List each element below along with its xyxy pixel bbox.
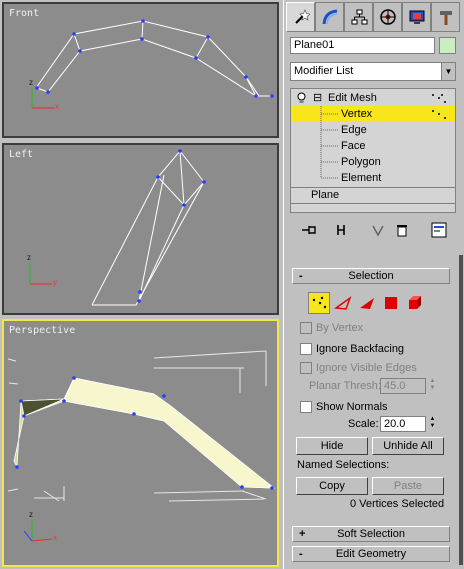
ignore-backfacing-checkbox[interactable] xyxy=(300,343,312,355)
object-name-input[interactable]: Plane01 xyxy=(290,37,435,54)
command-tabs xyxy=(286,2,462,32)
planar-thresh-label: Planar Thresh: xyxy=(309,380,381,392)
element-mode-button[interactable] xyxy=(404,292,426,314)
display-monitor-icon xyxy=(409,10,424,24)
planar-thresh-spinner[interactable]: 45.0 xyxy=(380,378,426,394)
by-vertex-label: By Vertex xyxy=(316,322,364,334)
modifier-stack[interactable]: ⊟ Edit Mesh Vertex Edge Face Polygon Ele… xyxy=(290,88,456,213)
front-axis-tripod xyxy=(31,88,54,109)
copy-button[interactable]: Copy xyxy=(296,477,368,495)
stack-divider-bottom xyxy=(291,203,455,204)
subobject-face-label: Face xyxy=(341,140,366,152)
wand-star-icon xyxy=(294,9,310,24)
modify-tab[interactable] xyxy=(315,2,344,32)
selection-rollout-title: Selection xyxy=(348,270,394,282)
by-vertex-checkbox[interactable] xyxy=(300,322,312,334)
axis-y-label: y xyxy=(53,278,57,287)
grid-lines xyxy=(7,350,267,502)
utilities-tab[interactable] xyxy=(431,2,460,32)
hammer-icon xyxy=(439,11,452,25)
left-axis-tripod xyxy=(29,263,52,285)
stack-subobject-face[interactable]: Face xyxy=(291,138,455,154)
soft-selection-rollout-header[interactable]: + Soft Selection xyxy=(292,526,450,542)
subobject-element-label: Element xyxy=(341,172,382,184)
ignore-backfacing-label: Ignore Backfacing xyxy=(316,343,405,355)
perspective-viewport[interactable]: Perspective x z xyxy=(2,319,279,567)
vertex-mode-button[interactable] xyxy=(308,292,330,314)
chevron-down-icon[interactable]: ▼ xyxy=(441,63,455,80)
expand-plus-icon: + xyxy=(299,528,306,540)
named-selections-label: Named Selections: xyxy=(297,459,390,471)
vertex-dots-icon xyxy=(312,296,327,309)
soft-selection-title: Soft Selection xyxy=(337,528,405,540)
make-unique-icon[interactable] xyxy=(369,221,387,239)
command-panel: Plane01 Modifier List ▼ ⊟ Edit Mesh Vert… xyxy=(283,0,464,569)
show-normals-checkbox[interactable] xyxy=(300,401,312,413)
polygon-square-icon xyxy=(385,297,397,309)
face-triangle-icon xyxy=(360,298,374,309)
display-tab[interactable] xyxy=(402,2,431,32)
perspective-mesh xyxy=(7,350,276,542)
axis-z-label-left: z xyxy=(27,253,31,262)
planar-thresh-arrows-icon[interactable]: ▲ ▼ xyxy=(428,378,437,394)
collapse-minus-icon: - xyxy=(299,270,303,282)
collapse-minus-icon-2: - xyxy=(299,548,303,560)
stack-toolbar xyxy=(290,219,456,241)
modifier-list-label: Modifier List xyxy=(294,65,354,77)
hide-button[interactable]: Hide xyxy=(296,437,368,455)
modifier-list-dropdown[interactable]: Modifier List ▼ xyxy=(290,62,456,81)
scale-arrows-icon[interactable]: ▲ ▼ xyxy=(428,416,437,432)
subobject-edge-label: Edge xyxy=(341,124,367,136)
viewport-label-left: Left xyxy=(9,149,34,160)
axis-z-label-persp: z xyxy=(29,510,33,519)
edge-mode-button[interactable] xyxy=(332,292,354,314)
panel-scrollbar[interactable] xyxy=(459,255,463,565)
configure-sets-icon[interactable] xyxy=(430,221,448,239)
left-viewport[interactable]: Left y z xyxy=(2,143,279,315)
axis-x-label-persp: x xyxy=(53,533,57,542)
hierarchy-tab[interactable] xyxy=(344,2,373,32)
pin-stack-icon[interactable] xyxy=(300,221,318,239)
face-mode-button[interactable] xyxy=(356,292,378,314)
show-normals-label: Show Normals xyxy=(316,401,388,413)
left-mesh xyxy=(29,149,206,306)
motion-tab[interactable] xyxy=(373,2,402,32)
stack-subobject-polygon[interactable]: Polygon xyxy=(291,154,455,170)
selection-rollout-header[interactable]: - Selection xyxy=(292,268,450,284)
viewport-label-front: Front xyxy=(9,8,40,19)
stack-subobject-element[interactable]: Element xyxy=(291,170,455,186)
show-end-result-icon[interactable] xyxy=(332,221,350,239)
polygon-mode-button[interactable] xyxy=(380,292,402,314)
modify-arc-icon xyxy=(322,9,337,25)
stack-base-object[interactable]: Plane xyxy=(291,187,455,203)
scale-label: Scale: xyxy=(348,418,379,430)
axis-z-label: z xyxy=(29,78,33,87)
axis-x-label: x xyxy=(55,102,59,111)
hierarchy-icon xyxy=(351,9,367,25)
scale-spinner[interactable]: 20.0 xyxy=(380,416,426,432)
ignore-visible-edges-label: Ignore Visible Edges xyxy=(316,362,417,374)
object-color-swatch[interactable] xyxy=(439,37,456,54)
front-viewport[interactable]: Front x z xyxy=(2,2,279,138)
create-tab[interactable] xyxy=(286,2,315,32)
edge-triangle-icon xyxy=(334,296,352,310)
front-mesh xyxy=(31,19,274,109)
edit-geometry-rollout-header[interactable]: - Edit Geometry xyxy=(292,546,450,562)
perspective-axis-tripod xyxy=(23,520,53,542)
paste-button[interactable]: Paste xyxy=(372,477,444,495)
remove-modifier-icon[interactable] xyxy=(393,221,411,239)
unhide-all-button[interactable]: Unhide All xyxy=(372,437,444,455)
element-cube-icon xyxy=(409,296,421,309)
subobject-polygon-label: Polygon xyxy=(341,156,381,168)
base-object-label: Plane xyxy=(311,189,340,201)
stack-subobject-edge[interactable]: Edge xyxy=(291,122,455,138)
selection-status: 0 Vertices Selected xyxy=(350,498,445,510)
viewport-label-perspective: Perspective xyxy=(9,325,76,336)
ignore-visible-edges-checkbox[interactable] xyxy=(300,362,312,374)
motion-wheel-icon xyxy=(379,9,396,25)
edit-geometry-title: Edit Geometry xyxy=(335,548,407,560)
